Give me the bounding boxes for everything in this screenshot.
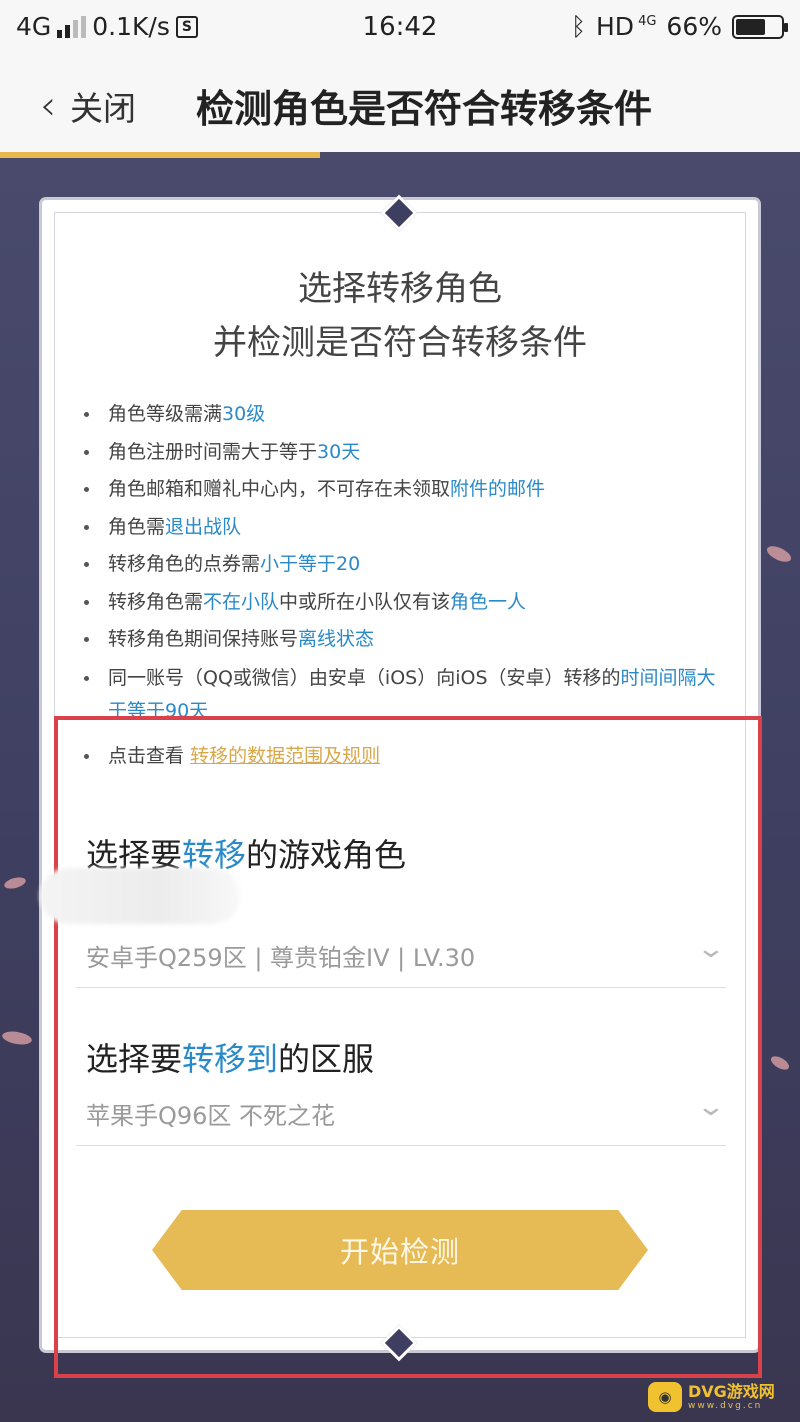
- rule-highlight: 离线状态: [298, 628, 375, 650]
- rule-text: 转移角色需: [108, 590, 204, 613]
- rule-text: 角色邮箱和赠礼中心内，不可存在未领取: [108, 478, 451, 500]
- rule-highlight: 角色一人: [450, 590, 527, 613]
- watermark-sub: www.dvg.cn: [688, 1400, 763, 1411]
- rule-highlight: 不在小队: [203, 590, 280, 613]
- rule-highlight: 退出战队: [165, 515, 242, 538]
- rule-highlight: 30天: [317, 440, 361, 463]
- rule-text: 角色注册时间需大于等于: [108, 440, 318, 463]
- card-title: 选择转移角色 并检测是否符合转移条件: [42, 262, 758, 370]
- blurred-role-name: [40, 868, 240, 924]
- battery-icon: [732, 14, 788, 39]
- label-suffix: 的游戏角色: [246, 836, 407, 874]
- server-value: 苹果手Q96区 不死之花: [86, 1102, 336, 1130]
- battery-percent: 66%: [666, 12, 722, 41]
- rule-item: 角色等级需满30级: [84, 396, 734, 434]
- close-label: 关闭: [70, 89, 136, 128]
- server-section-label: 选择要转移到的区服: [86, 1034, 374, 1080]
- watermark-text: DVG游戏网 www.dvg.cn: [688, 1381, 775, 1412]
- rule-item: 转移角色期间保持账号离线状态: [84, 621, 734, 659]
- gamepad-icon: ◉: [648, 1382, 682, 1412]
- card-title-line2: 并检测是否符合转移条件: [213, 323, 587, 363]
- rule-text: 转移角色期间保持账号: [108, 628, 299, 650]
- petal-decoration: [764, 543, 794, 565]
- rule-highlight: 小于等于20: [260, 553, 361, 575]
- status-bar: 4G 0.1K/s S 16:42 ᛒ HD 4G 66%: [0, 0, 800, 56]
- page-title: 检测角色是否符合转移条件: [196, 87, 653, 131]
- rule-item: 角色需退出战队: [84, 509, 734, 547]
- watermark-logo: ◉ DVG游戏网 www.dvg.cn: [648, 1378, 798, 1416]
- battery-fill: [736, 18, 766, 35]
- label-prefix: 选择要: [86, 1040, 183, 1078]
- rule-highlight: 附件的邮件: [450, 478, 546, 500]
- close-button[interactable]: ‹ 关闭: [40, 82, 136, 130]
- hd-network-label: 4G: [638, 14, 657, 29]
- rule-highlight: 30级: [222, 403, 266, 425]
- rule-text: 角色需: [108, 515, 166, 538]
- label-highlight: 转移到: [182, 1040, 279, 1078]
- role-value: 安卓手Q259区 | 尊贵铂金IV | LV.30: [86, 944, 476, 972]
- bluetooth-icon: ᛒ: [570, 12, 586, 41]
- chevron-down-icon: ⌄: [695, 1092, 727, 1122]
- status-right: ᛒ HD 4G 66%: [570, 12, 788, 41]
- label-suffix: 的区服: [278, 1040, 375, 1078]
- rule-text: 角色等级需满: [108, 403, 223, 425]
- chevron-down-icon: ⌄: [695, 934, 727, 964]
- rule-item: 转移角色需不在小队中或所在小队仅有该角色一人: [84, 584, 734, 622]
- start-check-button[interactable]: 开始检测: [152, 1210, 648, 1290]
- server-selector[interactable]: 苹果手Q96区 不死之花 ⌄: [76, 1086, 726, 1146]
- hd-label: HD: [596, 12, 635, 41]
- role-selector[interactable]: 安卓手Q259区 | 尊贵铂金IV | LV.30 ⌄: [76, 928, 726, 988]
- rule-text: 同一账号（QQ或微信）由安卓（iOS）向iOS（安卓）转移的: [108, 666, 621, 689]
- rule-item: 转移角色的点券需小于等于20: [84, 546, 734, 584]
- rule-item: 角色邮箱和赠礼中心内，不可存在未领取附件的邮件: [84, 471, 734, 509]
- card-title-line1: 选择转移角色: [298, 269, 502, 309]
- chevron-left-icon: ‹: [40, 83, 56, 129]
- rule-item: 角色注册时间需大于等于30天: [84, 434, 734, 472]
- rule-text: 转移角色的点券需: [108, 553, 261, 575]
- watermark-main: DVG游戏网: [688, 1381, 775, 1401]
- nav-bar: ‹ 关闭 检测角色是否符合转移条件: [0, 56, 800, 154]
- rule-text-after: 中或所在小队仅有该: [279, 590, 451, 613]
- petal-decoration: [3, 875, 27, 891]
- petal-decoration: [1, 1029, 33, 1047]
- petal-decoration: [768, 1053, 792, 1073]
